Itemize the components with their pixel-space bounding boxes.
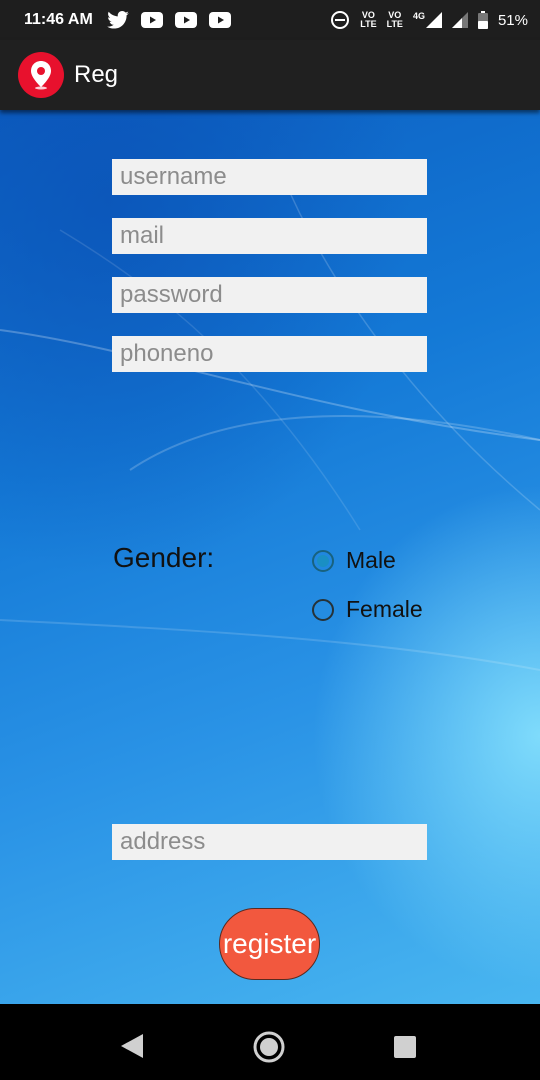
volte-sim1-icon: VO LTE	[360, 10, 377, 29]
radio-male-label: Male	[346, 547, 396, 573]
youtube-icon	[140, 12, 163, 28]
twitter-icon	[106, 11, 129, 29]
navigation-bar	[0, 1004, 540, 1080]
volte-sim2-icon: VO LTE	[386, 10, 403, 29]
register-button[interactable]: register	[219, 908, 320, 980]
address-field[interactable]	[112, 824, 427, 860]
app-bar: Reg	[0, 40, 540, 110]
registration-form: Gender: Male Female register	[0, 110, 540, 1004]
back-icon[interactable]	[121, 1034, 143, 1063]
password-field[interactable]	[112, 277, 427, 313]
battery-icon	[477, 11, 488, 29]
youtube-icon	[174, 12, 197, 28]
signal-sim1-icon: 4G	[413, 12, 442, 28]
radio-female[interactable]: Female	[312, 596, 423, 623]
app-logo-location-pin-icon	[18, 52, 64, 98]
notification-icons	[106, 11, 231, 29]
status-bar: 11:46 AM VO LTE VO LTE 4G 51%	[0, 0, 540, 40]
status-indicators: VO LTE VO LTE 4G 51%	[330, 10, 528, 30]
radio-male[interactable]: Male	[312, 547, 396, 574]
battery-percent: 51%	[497, 11, 528, 29]
recents-icon[interactable]	[394, 1036, 416, 1058]
youtube-icon	[208, 12, 231, 28]
gender-label: Gender:	[113, 542, 215, 573]
status-time: 11:46 AM	[24, 11, 93, 28]
phone-field[interactable]	[112, 336, 427, 372]
network-type-label: 4G	[412, 11, 425, 21]
home-icon[interactable]	[252, 1030, 286, 1069]
username-field[interactable]	[112, 159, 427, 195]
app-title: Reg	[74, 61, 119, 88]
do-not-disturb-icon	[330, 10, 350, 30]
radio-unselected-icon[interactable]	[312, 598, 334, 621]
signal-sim2-icon	[451, 12, 468, 28]
radio-female-label: Female	[346, 596, 423, 622]
radio-selected-icon[interactable]	[312, 549, 334, 572]
mail-field[interactable]	[112, 218, 427, 254]
